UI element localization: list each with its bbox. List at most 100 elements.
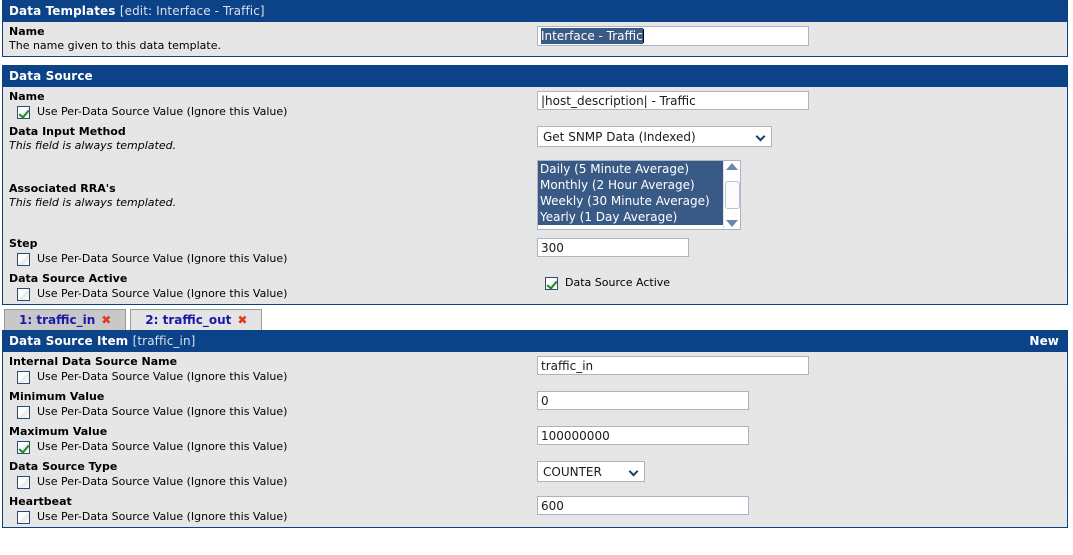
list-item[interactable]: Monthly (2 Hour Average)	[538, 177, 723, 193]
new-link[interactable]: New	[1029, 334, 1061, 348]
checkbox-per-ds-value[interactable]	[17, 510, 30, 524]
checkbox-per-ds-value[interactable]	[17, 475, 30, 489]
checkbox-per-ds-value[interactable]	[17, 105, 30, 119]
field-row-ds-active: Data Source Active Use Per-Data Source V…	[3, 269, 1067, 304]
field-input-cell	[533, 422, 1067, 449]
field-input-cell: Data Source Active	[533, 269, 1067, 294]
template-name-value: Interface - Traffic	[541, 28, 643, 44]
list-item[interactable]: Weekly (30 Minute Average)	[538, 193, 723, 209]
data-input-method-value: Get SNMP Data (Indexed)	[543, 129, 696, 144]
listbox-options: Daily (5 Minute Average) Monthly (2 Hour…	[538, 161, 723, 229]
field-row-template-name: Name The name given to this data templat…	[3, 22, 1067, 56]
per-ds-toggle-step[interactable]: Use Per-Data Source Value (Ignore this V…	[9, 252, 533, 266]
field-label-cell: Data Input Method This field is always t…	[3, 122, 533, 156]
checkbox-label: Use Per-Data Source Value (Ignore this V…	[37, 370, 288, 383]
template-name-input[interactable]: Interface - Traffic	[537, 26, 809, 46]
field-input-cell: Interface - Traffic	[533, 22, 1067, 50]
data-source-item-tabs: 1: traffic_in ✖ 2: traffic_out ✖	[0, 305, 1073, 330]
field-input-cell: Daily (5 Minute Average) Monthly (2 Hour…	[533, 156, 1067, 234]
field-row-ds-type: Data Source Type Use Per-Data Source Val…	[3, 457, 1067, 492]
field-label-cell: Data Source Active Use Per-Data Source V…	[3, 269, 533, 304]
data-templates-header: Data Templates [edit: Interface - Traffi…	[2, 0, 1068, 22]
per-ds-toggle-internal-name[interactable]: Use Per-Data Source Value (Ignore this V…	[9, 370, 533, 384]
checkbox-label: Use Per-Data Source Value (Ignore this V…	[37, 105, 288, 118]
label-step: Step	[9, 237, 38, 250]
field-label-cell: Associated RRA's This field is always te…	[3, 156, 533, 213]
maximum-value-input[interactable]	[537, 426, 749, 445]
data-source-item-panel: Internal Data Source Name Use Per-Data S…	[2, 352, 1068, 528]
tab-traffic-in[interactable]: 1: traffic_in ✖	[4, 309, 127, 330]
step-input[interactable]	[537, 238, 689, 257]
label-ds-type: Data Source Type	[9, 460, 118, 473]
checkbox-per-ds-value[interactable]	[17, 370, 30, 384]
desc-data-input-method: This field is always templated.	[9, 139, 177, 152]
per-ds-toggle-minimum[interactable]: Use Per-Data Source Value (Ignore this V…	[9, 405, 533, 419]
checkbox-label: Use Per-Data Source Value (Ignore this V…	[37, 252, 288, 265]
label-maximum-value: Maximum Value	[9, 425, 108, 438]
field-row-associated-rras: Associated RRA's This field is always te…	[3, 156, 1067, 234]
checkbox-per-ds-value[interactable]	[17, 440, 30, 454]
per-ds-toggle-ds-type[interactable]: Use Per-Data Source Value (Ignore this V…	[9, 475, 533, 489]
data-templates-subtitle: [edit: Interface - Traffic]	[119, 4, 265, 18]
per-ds-toggle-ds-active[interactable]: Use Per-Data Source Value (Ignore this V…	[9, 287, 533, 301]
ds-name-input[interactable]	[537, 91, 809, 110]
checkbox-per-ds-value[interactable]	[17, 287, 30, 301]
data-input-method-select[interactable]: Get SNMP Data (Indexed)	[537, 126, 772, 147]
close-icon[interactable]: ✖	[237, 314, 247, 326]
chevron-down-icon	[757, 133, 766, 140]
field-input-cell	[533, 492, 1067, 519]
label-internal-ds-name: Internal Data Source Name	[9, 355, 178, 368]
label-name: Name	[9, 25, 45, 38]
scroll-down-arrow-icon[interactable]	[726, 220, 738, 227]
label-ds-active: Data Source Active	[9, 272, 128, 285]
listbox-scrollbar[interactable]	[723, 161, 740, 229]
checkbox-ds-active[interactable]	[545, 276, 558, 290]
per-ds-toggle-ds-name[interactable]: Use Per-Data Source Value (Ignore this V…	[9, 105, 533, 119]
checkbox-per-ds-value[interactable]	[17, 405, 30, 419]
checkbox-label: Use Per-Data Source Value (Ignore this V…	[37, 287, 288, 300]
panel-gap	[0, 57, 1073, 65]
close-icon[interactable]: ✖	[101, 314, 111, 326]
minimum-value-input[interactable]	[537, 391, 749, 410]
field-row-heartbeat: Heartbeat Use Per-Data Source Value (Ign…	[3, 492, 1067, 527]
field-label-cell: Heartbeat Use Per-Data Source Value (Ign…	[3, 492, 533, 527]
ds-active-toggle[interactable]: Data Source Active	[537, 276, 1067, 290]
heartbeat-input[interactable]	[537, 496, 749, 515]
data-source-panel: Name Use Per-Data Source Value (Ignore t…	[2, 87, 1068, 305]
ds-type-value: COUNTER	[543, 464, 602, 479]
checkbox-per-ds-value[interactable]	[17, 252, 30, 266]
checkbox-label: Use Per-Data Source Value (Ignore this V…	[37, 510, 288, 523]
scrollbar-thumb[interactable]	[724, 181, 740, 209]
field-row-data-input-method: Data Input Method This field is always t…	[3, 122, 1067, 156]
label-minimum-value: Minimum Value	[9, 390, 105, 403]
field-label-cell: Data Source Type Use Per-Data Source Val…	[3, 457, 533, 492]
per-ds-toggle-heartbeat[interactable]: Use Per-Data Source Value (Ignore this V…	[9, 510, 533, 524]
scroll-up-arrow-icon[interactable]	[726, 163, 738, 170]
data-source-title: Data Source	[9, 69, 93, 83]
tab-label: 1: traffic_in	[19, 312, 96, 327]
data-template-edit-page: Data Templates [edit: Interface - Traffi…	[0, 0, 1073, 528]
data-source-header: Data Source	[2, 65, 1068, 87]
internal-ds-name-input[interactable]	[537, 356, 809, 375]
data-templates-title: Data Templates	[9, 4, 116, 18]
list-item[interactable]: Yearly (1 Day Average)	[538, 209, 723, 225]
associated-rras-listbox[interactable]: Daily (5 Minute Average) Monthly (2 Hour…	[537, 160, 741, 230]
desc-associated-rras: This field is always templated.	[9, 196, 177, 209]
data-source-item-subtitle: [traffic_in]	[132, 334, 196, 348]
ds-type-select[interactable]: COUNTER	[537, 461, 645, 482]
label-associated-rras: Associated RRA's	[9, 182, 116, 195]
label-heartbeat: Heartbeat	[9, 495, 72, 508]
checkbox-label: Use Per-Data Source Value (Ignore this V…	[37, 440, 288, 453]
field-input-cell	[533, 234, 1067, 261]
per-ds-toggle-maximum[interactable]: Use Per-Data Source Value (Ignore this V…	[9, 440, 533, 454]
field-input-cell	[533, 387, 1067, 414]
field-label-cell: Name Use Per-Data Source Value (Ignore t…	[3, 87, 533, 122]
field-input-cell: COUNTER	[533, 457, 1067, 486]
checkbox-label: Use Per-Data Source Value (Ignore this V…	[37, 405, 288, 418]
tab-traffic-out[interactable]: 2: traffic_out ✖	[130, 309, 263, 330]
field-input-cell: Get SNMP Data (Indexed)	[533, 122, 1067, 151]
field-row-ds-name: Name Use Per-Data Source Value (Ignore t…	[3, 87, 1067, 122]
data-source-item-header: Data Source Item [traffic_in] New	[2, 330, 1068, 352]
list-item[interactable]: Daily (5 Minute Average)	[538, 161, 723, 177]
tab-label: 2: traffic_out	[145, 312, 232, 327]
